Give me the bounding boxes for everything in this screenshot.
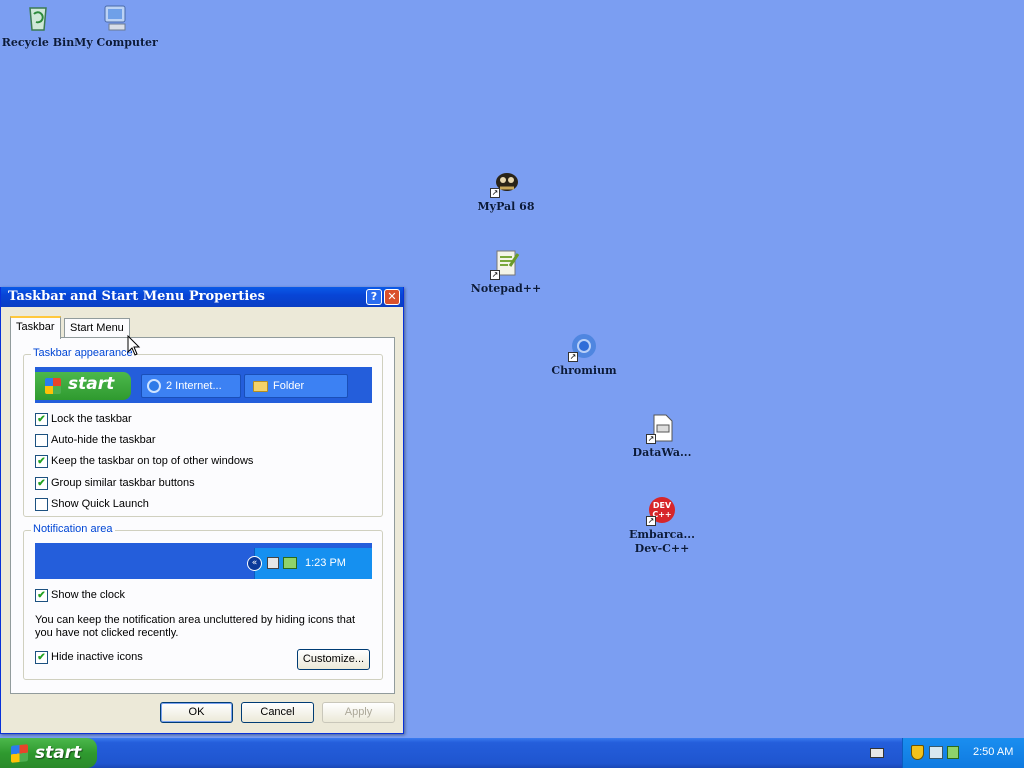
recycle-bin-icon bbox=[22, 2, 54, 34]
desktop-icon-mypal[interactable]: ↗ MyPal 68 bbox=[464, 166, 548, 214]
preview-clock: 1:23 PM bbox=[305, 557, 346, 569]
taskbar-appearance-group: Taskbar appearance start 2 Internet... F… bbox=[23, 347, 383, 517]
auto-hide-checkbox[interactable]: Auto-hide the taskbar bbox=[35, 434, 156, 447]
taskbar-appearance-legend: Taskbar appearance bbox=[31, 347, 135, 359]
quick-launch-checkbox[interactable]: Show Quick Launch bbox=[35, 498, 149, 511]
hide-inactive-checkbox[interactable]: ✔ Hide inactive icons bbox=[35, 651, 143, 664]
checkmark-icon[interactable]: ✔ bbox=[35, 589, 48, 602]
checkmark-icon[interactable]: ✔ bbox=[35, 477, 48, 490]
security-shield-icon[interactable] bbox=[911, 745, 924, 760]
desktop-icon-label: My Computer bbox=[74, 36, 158, 49]
desktop-icon-label: Recycle Bin bbox=[1, 36, 75, 49]
checkmark-icon[interactable]: ✔ bbox=[35, 651, 48, 664]
chevron-left-icon: « bbox=[247, 556, 262, 571]
document-icon: ↗ bbox=[646, 412, 678, 444]
tab-taskbar[interactable]: Taskbar bbox=[10, 316, 61, 339]
shortcut-arrow-icon: ↗ bbox=[490, 188, 500, 198]
internet-explorer-icon bbox=[147, 379, 161, 393]
shortcut-arrow-icon: ↗ bbox=[568, 352, 578, 362]
checkmark-icon[interactable]: ✔ bbox=[35, 455, 48, 468]
preview-start-label: start bbox=[68, 374, 115, 394]
desktop-icon-datawa[interactable]: ↗ DataWa... bbox=[620, 412, 704, 460]
system-tray: 2:50 AM bbox=[902, 738, 1024, 768]
preview-folder-label: Folder bbox=[273, 380, 305, 392]
desktop-icon-dev-cpp[interactable]: DEV C++ ↗ Embarca... Dev-C++ bbox=[620, 494, 704, 556]
notepad-plus-plus-icon: ↗ bbox=[490, 248, 522, 280]
show-clock-checkbox[interactable]: ✔ Show the clock bbox=[35, 589, 125, 602]
shortcut-arrow-icon: ↗ bbox=[646, 434, 656, 444]
ok-button[interactable]: OK bbox=[160, 702, 233, 723]
taskbar-preview: start 2 Internet... Folder bbox=[35, 367, 372, 403]
tray-tools-icon[interactable] bbox=[929, 746, 943, 759]
desktop-icon-notepad-plus-plus[interactable]: ↗ Notepad++ bbox=[464, 248, 548, 296]
tab-start-menu[interactable]: Start Menu bbox=[64, 318, 130, 338]
taskbar-tab-panel: Taskbar appearance start 2 Internet... F… bbox=[10, 337, 395, 694]
preview-tray: « 1:23 PM bbox=[247, 548, 372, 579]
keyboard-icon[interactable] bbox=[870, 748, 884, 758]
checkbox-label: Lock the taskbar bbox=[51, 413, 132, 425]
preview-internet-label: 2 Internet... bbox=[166, 380, 222, 392]
mypal-icon: ↗ bbox=[490, 166, 522, 198]
cancel-button[interactable]: Cancel bbox=[241, 702, 314, 723]
folder-icon bbox=[253, 381, 268, 392]
tray-app-icon bbox=[283, 557, 297, 569]
dev-cpp-icon: DEV C++ ↗ bbox=[646, 494, 678, 526]
close-button[interactable]: ✕ bbox=[384, 289, 400, 305]
checkbox-label: Group similar taskbar buttons bbox=[51, 477, 195, 489]
checkmark-icon[interactable] bbox=[35, 434, 48, 447]
notification-area-legend: Notification area bbox=[31, 523, 115, 535]
checkmark-icon[interactable] bbox=[35, 498, 48, 511]
desktop-icon-label: MyPal 68 bbox=[477, 200, 535, 213]
desktop-icon-label: Embarca... Dev-C++ bbox=[629, 528, 695, 555]
notification-note: You can keep the notification area unclu… bbox=[35, 614, 356, 639]
help-button[interactable]: ? bbox=[366, 289, 382, 305]
shortcut-arrow-icon: ↗ bbox=[490, 270, 500, 280]
preview-start-button: start bbox=[35, 372, 131, 400]
desktop-icon-label: Chromium bbox=[551, 364, 617, 377]
desktop-icon-label: DataWa... bbox=[632, 446, 692, 459]
checkbox-label: Keep the taskbar on top of other windows bbox=[51, 455, 254, 467]
shortcut-arrow-icon: ↗ bbox=[646, 516, 656, 526]
preview-folder-button: Folder bbox=[244, 374, 348, 398]
windows-flag-icon bbox=[11, 744, 28, 763]
customize-button[interactable]: Customize... bbox=[297, 649, 370, 670]
notification-preview: « 1:23 PM bbox=[35, 543, 372, 579]
notification-area-group: Notification area « 1:23 PM ✔ Show the cl… bbox=[23, 523, 383, 680]
chromium-icon: ↗ bbox=[568, 330, 600, 362]
network-status-icon[interactable] bbox=[947, 746, 959, 759]
taskbar: start 2:50 AM bbox=[0, 738, 1024, 768]
group-similar-checkbox[interactable]: ✔ Group similar taskbar buttons bbox=[35, 477, 195, 490]
desktop-icon-my-computer[interactable]: My Computer bbox=[74, 2, 158, 50]
checkmark-icon[interactable]: ✔ bbox=[35, 413, 48, 426]
apply-button[interactable]: Apply bbox=[322, 702, 395, 723]
dialog-titlebar[interactable]: Taskbar and Start Menu Properties ? ✕ bbox=[1, 287, 403, 307]
windows-flag-icon bbox=[45, 378, 61, 394]
desktop-icon-label: Notepad++ bbox=[470, 282, 542, 295]
network-icon bbox=[267, 557, 279, 569]
dialog-title: Taskbar and Start Menu Properties bbox=[8, 289, 265, 304]
checkbox-label: Show the clock bbox=[51, 589, 125, 601]
desktop-icon-chromium[interactable]: ↗ Chromium bbox=[542, 330, 626, 378]
mouse-cursor-icon bbox=[127, 335, 141, 356]
taskbar-clock[interactable]: 2:50 AM bbox=[973, 746, 1013, 758]
keep-on-top-checkbox[interactable]: ✔ Keep the taskbar on top of other window… bbox=[35, 455, 253, 468]
checkbox-label: Show Quick Launch bbox=[51, 498, 149, 510]
start-label: start bbox=[35, 743, 82, 763]
checkbox-label: Hide inactive icons bbox=[51, 651, 143, 663]
my-computer-icon bbox=[100, 2, 132, 34]
preview-internet-button: 2 Internet... bbox=[141, 374, 241, 398]
taskbar-properties-dialog: Taskbar and Start Menu Properties ? ✕ Ta… bbox=[0, 287, 404, 734]
checkbox-label: Auto-hide the taskbar bbox=[51, 434, 156, 446]
start-button[interactable]: start bbox=[0, 738, 97, 768]
desktop-icon-recycle-bin[interactable]: Recycle Bin bbox=[0, 2, 80, 50]
lock-taskbar-checkbox[interactable]: ✔ Lock the taskbar bbox=[35, 413, 132, 426]
